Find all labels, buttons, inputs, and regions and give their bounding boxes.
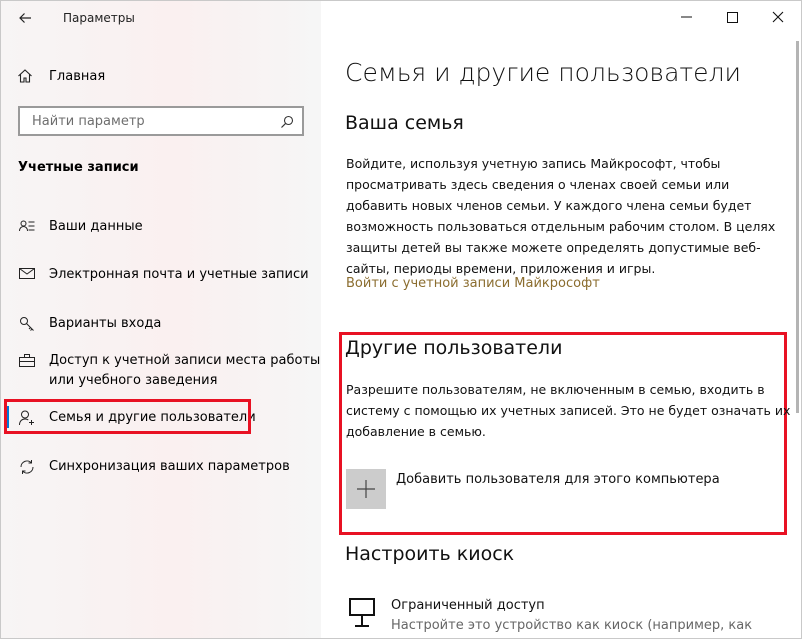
highlight-box-sidebar — [4, 399, 251, 434]
home-label: Главная — [49, 68, 106, 84]
sidebar: Параметры Главная Учетные записи Ваши да… — [1, 1, 321, 638]
other-users-heading: Другие пользователи — [345, 337, 563, 359]
close-icon — [772, 11, 784, 23]
search-input[interactable] — [30, 113, 274, 130]
other-users-description: Разрешите пользователям, не включенным в… — [346, 382, 791, 439]
sidebar-item-label: Варианты входа — [49, 316, 162, 331]
settings-window: Параметры Главная Учетные записи Ваши да… — [0, 0, 802, 639]
plus-icon — [357, 480, 375, 498]
family-description: Войдите, используя учетную запись Майкро… — [346, 156, 776, 276]
main-content: Семья и другие пользователи Ваша семья В… — [321, 1, 801, 638]
microsoft-signin-link[interactable]: Войти с учетной записи Майкрософт — [346, 276, 600, 291]
sidebar-item-label: Ваши данные — [49, 219, 143, 234]
app-title: Параметры — [63, 11, 135, 25]
maximize-button[interactable] — [709, 1, 755, 33]
back-arrow-icon — [19, 13, 31, 23]
section-title: Учетные записи — [18, 160, 139, 175]
add-user-button[interactable] — [346, 469, 386, 509]
kiosk-icon — [349, 598, 375, 632]
user-info-icon — [17, 219, 37, 235]
sidebar-item-email[interactable]: Электронная почта и учетные записи — [17, 265, 309, 285]
mail-icon — [17, 267, 37, 280]
title-bar: Параметры — [1, 1, 321, 35]
sync-icon — [17, 459, 37, 475]
close-button[interactable] — [755, 1, 801, 33]
kiosk-item-description: Настройте это устройство как киоск (напр… — [391, 618, 753, 633]
back-button[interactable] — [13, 7, 37, 29]
kiosk-item-title[interactable]: Ограниченный доступ — [391, 598, 545, 613]
minimize-icon — [680, 16, 692, 18]
maximize-icon — [726, 11, 738, 23]
sidebar-item-work-access[interactable]: Доступ к учетной записи места работы или… — [17, 351, 320, 391]
scrollbar[interactable] — [796, 41, 799, 413]
sidebar-item-label: Синхронизация ваших параметров — [49, 459, 290, 474]
sidebar-item-label: Электронная почта и учетные записи — [49, 267, 309, 282]
search-icon[interactable] — [280, 114, 294, 133]
kiosk-heading: Настроить киоск — [345, 543, 515, 565]
sidebar-item-label-line2: или учебного заведения — [49, 373, 218, 388]
minimize-button[interactable] — [663, 1, 709, 33]
family-heading: Ваша семья — [345, 112, 464, 134]
briefcase-icon — [17, 353, 37, 368]
sidebar-item-your-info[interactable]: Ваши данные — [17, 217, 143, 237]
home-link[interactable]: Главная — [17, 65, 105, 87]
sidebar-item-sync[interactable]: Синхронизация ваших параметров — [17, 457, 290, 477]
key-icon — [17, 316, 37, 332]
add-user-label[interactable]: Добавить пользователя для этого компьюте… — [396, 472, 720, 487]
home-icon — [17, 68, 37, 84]
sidebar-item-label: Доступ к учетной записи места работы — [49, 353, 321, 368]
page-title: Семья и другие пользователи — [345, 58, 741, 87]
sidebar-item-sign-in-options[interactable]: Варианты входа — [17, 314, 161, 334]
search-box[interactable] — [18, 106, 304, 136]
